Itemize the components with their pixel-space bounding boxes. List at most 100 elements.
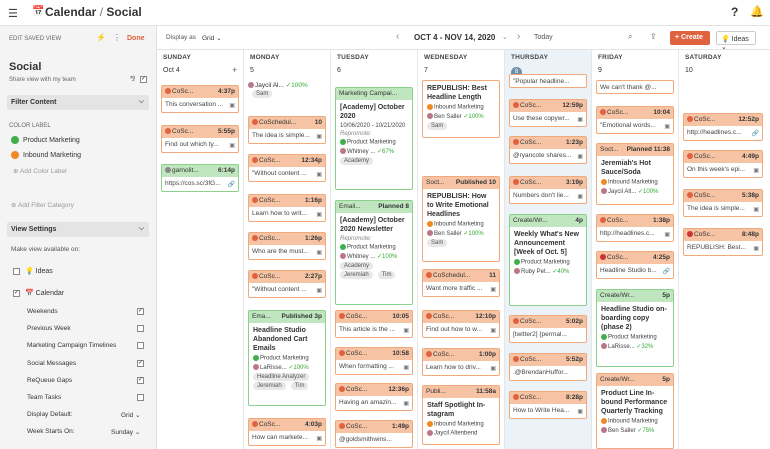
next-arrow-icon[interactable]: › <box>517 31 520 42</box>
display-default-select[interactable]: Grid ⌄ <box>121 411 141 419</box>
social-card[interactable]: CoSchedul... 11 Want more traffic ... ▣ <box>422 269 500 297</box>
column-thursday: THURSDAY 8 "Popular headline... CoSc... 1… <box>505 50 592 449</box>
filter-content-header[interactable]: Filter Content ⌵ <box>7 95 149 110</box>
more-icon[interactable]: ⋮ <box>113 33 121 42</box>
social-card[interactable]: CoSc... 1:00p Learn how to driv... ▣ <box>422 348 500 376</box>
social-card[interactable]: CoSc... 1:16p Learn how to writ... ▣ <box>248 194 326 222</box>
social-card[interactable]: CoSc... 1:49p @goldsmithwins... <box>335 420 413 448</box>
label-product-marketing[interactable]: Product Marketing <box>11 136 80 144</box>
export-icon[interactable]: ⇪ <box>650 32 657 41</box>
week-starts-select[interactable]: Sunday ⌄ <box>111 428 140 436</box>
calendar-label: 📅 Calendar <box>25 290 65 297</box>
lightning-icon[interactable]: ⚡ <box>96 33 106 42</box>
display-default-label: Display Default: <box>27 411 73 418</box>
republish-card[interactable]: REPUBLISH: Best Headline Length Inbound … <box>422 80 500 138</box>
social-card[interactable]: CoSc... 10:58 When formatting ... ▣ <box>335 347 413 375</box>
social-card[interactable]: CoSc... 10:05 This article is the ... ▣ <box>335 310 413 338</box>
link-icon: 🔗 <box>662 269 670 275</box>
social-card[interactable]: CoSc... 12:59p Use these copywr... ▣ <box>509 99 587 127</box>
day-name: WEDNESDAY <box>424 54 468 61</box>
image-icon: ▣ <box>490 287 496 293</box>
social-card[interactable]: CoSc... 8:28p How to Write Hea... ▣ <box>509 391 587 419</box>
image-icon: ▣ <box>577 409 583 415</box>
assignment-row[interactable]: Jaycil Al... ✓100% Sam <box>248 81 326 108</box>
campaign-card[interactable]: Marketing Campai... [Academy] October 20… <box>335 87 413 190</box>
calendar-checkbox[interactable]: ✓ <box>13 290 20 297</box>
prev-arrow-icon[interactable]: ‹ <box>396 31 399 42</box>
link-icon: 🔗 <box>227 182 235 188</box>
social-card[interactable]: CoSc... 12:34p "Without content ... ▣ <box>248 154 326 182</box>
bell-icon[interactable]: 🔔 <box>750 5 764 18</box>
option-weekends: Weekends <box>27 308 58 315</box>
task-card[interactable]: Create/Wr... 5p Product Line In-bound Per… <box>596 373 674 449</box>
social-card[interactable]: "Popular headline... <box>509 74 587 88</box>
team-tasks-checkbox[interactable] <box>137 394 144 401</box>
social-card[interactable]: CoSc... 5:52p .@BrendanHuffor... <box>509 353 587 381</box>
republish-card[interactable]: Soct... Published 10 REPUBLISH: How to Wr… <box>422 176 500 262</box>
ideas-button[interactable]: 💡 Ideas ⌄ <box>716 31 756 51</box>
menu-icon[interactable]: ☰ <box>8 7 18 20</box>
previous-week-checkbox[interactable] <box>137 325 144 332</box>
social-card[interactable]: garnolit... 6:14p https://cos.sc/3fG... 🔗 <box>161 164 239 192</box>
social-card[interactable]: CoSc... 12:10p Find out how to w... ▣ <box>422 310 500 338</box>
ideas-checkbox[interactable] <box>13 268 20 275</box>
share-icon: ⅋ <box>130 76 136 83</box>
done-button[interactable]: Done <box>127 35 145 42</box>
social-card[interactable]: CoSc... 8:48p REPUBLISH: Best... ▣ <box>683 228 763 256</box>
image-icon: ▣ <box>316 288 322 294</box>
add-filter-category-button[interactable]: ⊕ Add Filter Category <box>11 201 74 209</box>
social-messages-checkbox[interactable]: ✓ <box>137 360 144 367</box>
requeue-gaps-checkbox[interactable]: ✓ <box>137 377 144 384</box>
social-card[interactable]: CoSc... 5:55p Find out which ty... ▣ <box>161 125 239 153</box>
date-range[interactable]: OCT 4 - NOV 14, 2020 <box>414 33 495 42</box>
task-card[interactable]: Create/Wr... 5p Headline Studio on-boardi… <box>596 289 674 367</box>
social-card[interactable]: CoSc... 4:49p On this week's epi... ▣ <box>683 150 763 178</box>
green-dot-icon <box>11 136 19 144</box>
create-button[interactable]: + Create <box>670 31 710 45</box>
share-checkbox[interactable]: ✓ <box>140 76 147 83</box>
label-inbound-marketing[interactable]: Inbound Marketing <box>11 151 81 159</box>
social-card[interactable]: We can't thank @... <box>596 80 674 94</box>
social-card[interactable]: CoSc... 4:03p How can markete... ▣ <box>248 418 326 446</box>
search-icon[interactable]: ⌕ <box>628 32 632 42</box>
email-card[interactable]: Ema... Published 3p Headline Studio Aband… <box>248 310 326 406</box>
social-card[interactable]: CoSc... 12:36p Having an amazin... ▣ <box>335 383 413 411</box>
social-card[interactable]: CoSc... 2:27p "Without content ... ▣ <box>248 270 326 298</box>
day-date: 5 <box>250 67 254 74</box>
image-icon: ▣ <box>403 328 409 334</box>
column-tuesday: TUESDAY 6 Marketing Campai... [Academy] … <box>331 50 418 449</box>
add-color-label-button[interactable]: ⊕ Add Color Label <box>13 167 67 175</box>
display-as-select[interactable]: Grid ⌄ <box>202 34 222 42</box>
campaign-timelines-checkbox[interactable] <box>137 342 144 349</box>
view-settings-header[interactable]: View Settings ⌵ <box>7 222 149 237</box>
option-previous-week: Previous Week <box>27 325 71 332</box>
publish-card[interactable]: Publi... 11:58a Staff Spotlight In-stagra… <box>422 385 500 445</box>
add-icon[interactable]: + <box>232 65 237 75</box>
social-card[interactable]: CoSc... 1:26p Who are the must... ▣ <box>248 232 326 260</box>
image-icon: ▣ <box>577 194 583 200</box>
social-card[interactable]: CoSc... 4:25p Headline Studio b... 🔗 <box>596 251 674 279</box>
social-card[interactable]: CoSchedul... 10 The idea is simple... ▣ <box>248 116 326 144</box>
social-card[interactable]: CoSc... 5:02p [twitter2] {permal... <box>509 315 587 343</box>
planned-card[interactable]: Soct... Planned 11:38 Jeremiah's Hot Sauc… <box>596 143 674 205</box>
image-icon: ▣ <box>490 366 496 372</box>
weekends-checkbox[interactable]: ✓ <box>137 308 144 315</box>
range-chevron-icon[interactable]: ⌄ <box>502 33 508 41</box>
social-card[interactable]: CoSc... 4:37p This conversation ... ▣ <box>161 85 239 113</box>
social-card[interactable]: CoSc... 1:23p @ryancote shares... ▣ <box>509 136 587 164</box>
view-name[interactable]: Social <box>9 61 41 73</box>
task-card[interactable]: Create/Wr... 4p Weekly What's New Announc… <box>509 214 587 306</box>
week-starts-label: Week Starts On: <box>27 428 75 435</box>
social-card[interactable]: CoSc... 3:19p Numbers don't lie... ▣ <box>509 176 587 204</box>
image-icon: ▣ <box>229 143 235 149</box>
email-card[interactable]: Email... Planned 8 [Academy] October 2020… <box>335 200 413 305</box>
day-name: SATURDAY <box>685 54 722 61</box>
help-icon[interactable]: ? <box>731 5 738 19</box>
social-card[interactable]: CoSc... 10:04 "Emotional words... ▣ <box>596 106 674 134</box>
social-card[interactable]: CoSc... 5:38p The idea is simple... ▣ <box>683 189 763 217</box>
social-card[interactable]: CoSc... 12:52p http://headlines.c... 🔗 <box>683 113 763 141</box>
chevron-down-icon: ⌵ <box>138 98 144 105</box>
edit-saved-view-label: EDIT SAVED VIEW <box>9 36 62 42</box>
today-button[interactable]: Today <box>534 34 553 41</box>
social-card[interactable]: CoSc... 1:38p http://headlines.c... ▣ <box>596 214 674 242</box>
